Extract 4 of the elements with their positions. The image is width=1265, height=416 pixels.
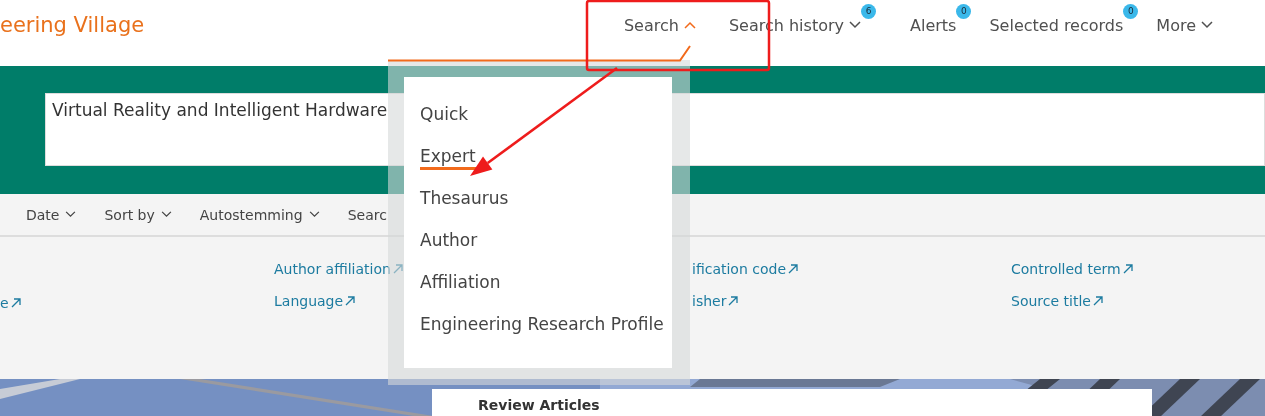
count-badge: 0 bbox=[956, 3, 972, 19]
count-badge: 0 bbox=[1123, 3, 1139, 19]
count-badge: 6 bbox=[861, 3, 876, 19]
card-title: Review Articles bbox=[478, 397, 600, 413]
